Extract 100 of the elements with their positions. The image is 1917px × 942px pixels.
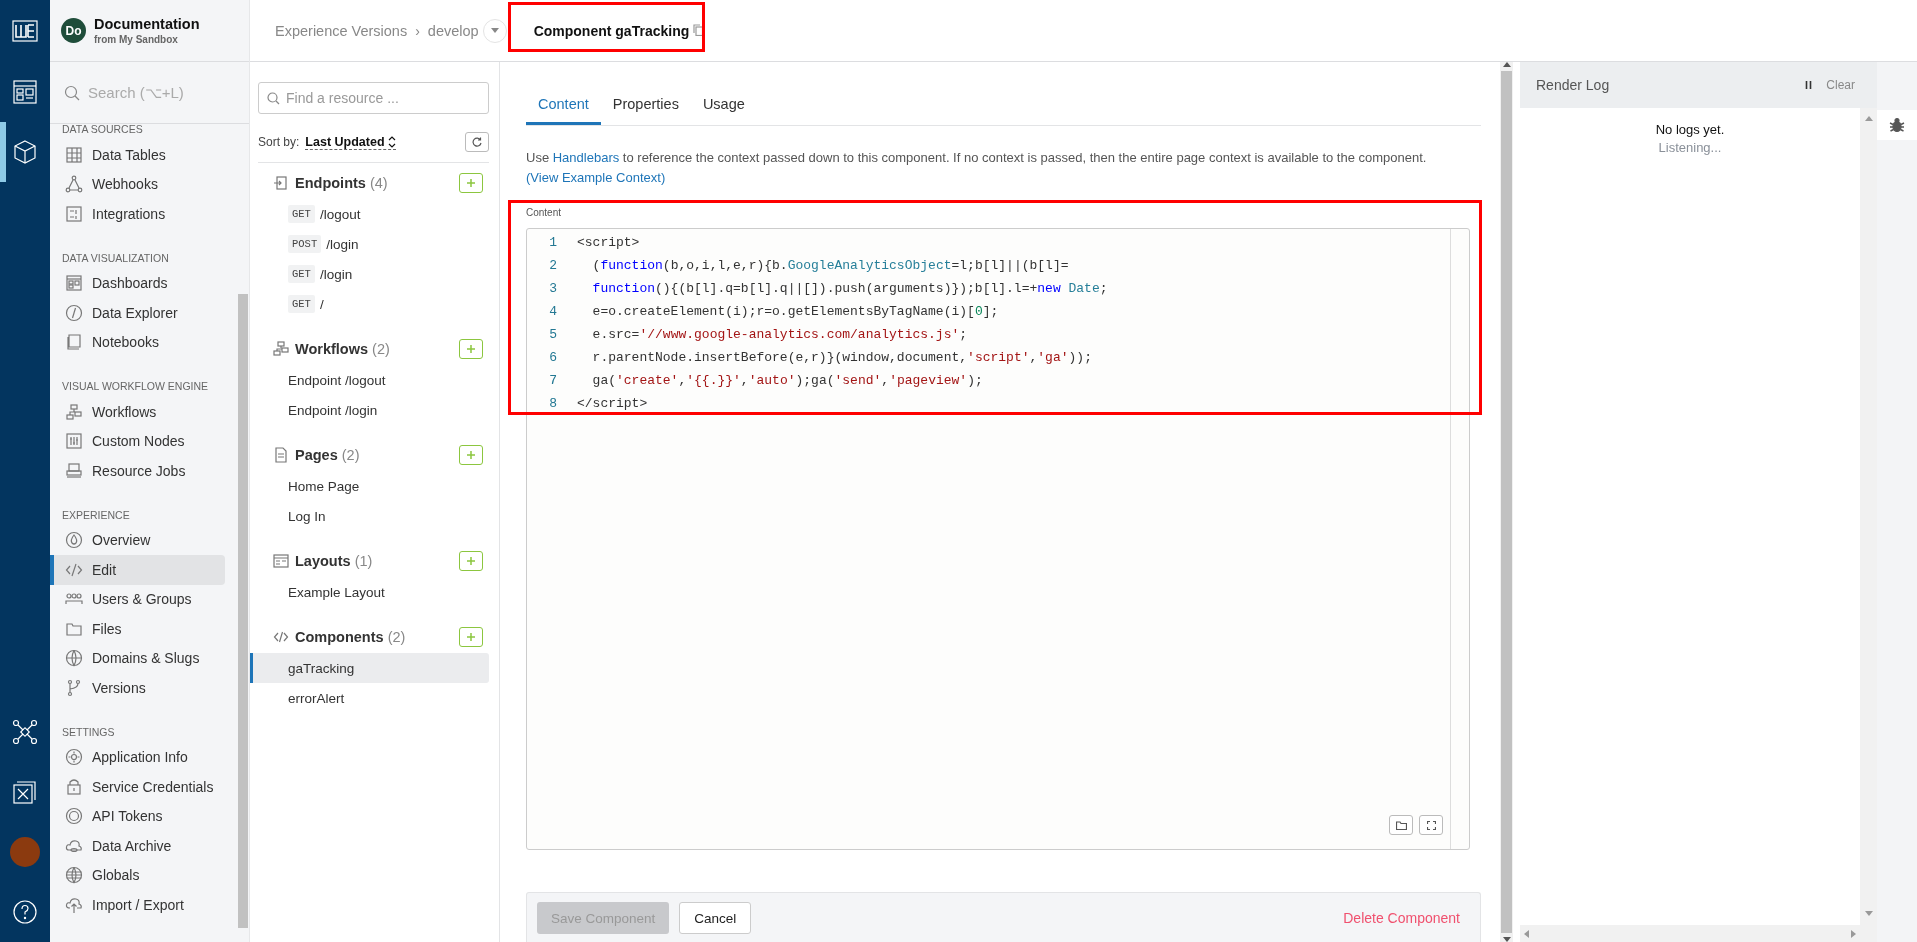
fullscreen-button[interactable]: [1419, 815, 1443, 835]
resource-item[interactable]: GET /logout: [250, 199, 489, 229]
resource-item[interactable]: gaTracking: [250, 653, 489, 683]
nav-item[interactable]: Resource Jobs: [50, 456, 225, 486]
add-button[interactable]: [459, 339, 483, 359]
plus-icon: [466, 178, 476, 188]
nav-item[interactable]: Workflows: [50, 397, 225, 427]
resource-item[interactable]: GET /: [250, 289, 489, 319]
compass-icon: [65, 303, 83, 322]
code-icon: [273, 629, 289, 645]
logo-icon: [12, 19, 38, 43]
nav-item[interactable]: Edit: [50, 555, 225, 585]
left-arrow-icon: [1524, 929, 1529, 938]
line-number: 8: [548, 396, 558, 411]
nav-item[interactable]: Files: [50, 614, 225, 644]
expand-icon: [1426, 820, 1436, 830]
group-title: Endpoints (4): [295, 175, 388, 191]
nav-item[interactable]: Import / Export: [50, 890, 225, 920]
resource-item[interactable]: GET /login: [250, 259, 489, 289]
horizontal-scrollbar[interactable]: [1520, 925, 1860, 942]
nav-item[interactable]: Domains & Slugs: [50, 643, 225, 673]
nav-item[interactable]: Integrations: [50, 199, 225, 229]
nav-item[interactable]: Data Tables: [50, 140, 225, 170]
add-button[interactable]: [459, 551, 483, 571]
tab[interactable]: Content: [526, 82, 601, 125]
cancel-button[interactable]: Cancel: [679, 902, 752, 934]
status-text: Listening...: [1658, 140, 1722, 155]
tab[interactable]: Properties: [600, 82, 691, 125]
globe-icon: [65, 866, 83, 885]
down-arrow-icon: [1864, 911, 1873, 916]
empty-message: No logs yet.: [1655, 122, 1725, 137]
group-title: Layouts (1): [295, 553, 373, 569]
tab[interactable]: Usage: [690, 82, 757, 125]
grid-icon: [65, 145, 83, 164]
copy-drawing: [693, 23, 704, 36]
code-line: e.src='//www.google-analytics.com/analytics.js';: [591, 327, 968, 342]
nav-item[interactable]: Webhooks: [50, 169, 225, 199]
line-number: 3: [548, 281, 558, 296]
plus-icon: [466, 450, 476, 460]
line-number: 1: [548, 235, 558, 250]
breadcrumb-link[interactable]: Experience Versions: [275, 22, 408, 39]
add-button[interactable]: [459, 173, 483, 193]
app-avatar: Do: [61, 18, 86, 43]
nav-item[interactable]: Overview: [50, 525, 225, 555]
line-number: 2: [548, 258, 558, 273]
nav-item[interactable]: Dashboards: [50, 268, 225, 298]
caret-icon: [490, 28, 499, 33]
nodes-icon: [65, 175, 83, 194]
resource-item[interactable]: Example Layout: [250, 577, 489, 607]
code-line: <script>: [577, 235, 640, 250]
add-button[interactable]: [459, 627, 483, 647]
book-icon: [65, 333, 83, 352]
breadcrumb-separator: ›: [415, 22, 420, 39]
search-field[interactable]: Search (⌥+L): [88, 84, 228, 101]
nav-item[interactable]: Service Credentials: [50, 772, 225, 802]
method-tag: GET: [288, 205, 315, 223]
dashboard-icon: [12, 79, 38, 105]
nav-item[interactable]: Application Info: [50, 742, 225, 772]
code-line: ga('create','{{.}}','auto');ga('send','pageview');: [591, 373, 983, 388]
flowchart-icon: [273, 341, 289, 357]
nav-item[interactable]: API Tokens: [50, 801, 225, 831]
drop-icon: [65, 531, 83, 550]
nav-item[interactable]: Globals: [50, 860, 225, 890]
help-text: Use Handlebars to reference the context passed down to this component. If no context is passed, then the entire page context is available to the component.: [526, 149, 1428, 167]
nodes-drawing: [12, 719, 38, 745]
stack-drawing: [12, 779, 38, 805]
add-button[interactable]: [459, 445, 483, 465]
code-line: function(){(b[l].q=b[l].q||[]).push(arguments)});b[l].l=+new Date;: [591, 281, 1108, 296]
debug-button[interactable]: [1877, 110, 1917, 140]
nav-item[interactable]: Data Explorer: [50, 298, 225, 328]
scrollbar[interactable]: [1500, 62, 1513, 942]
resource-item[interactable]: errorAlert: [250, 683, 489, 713]
flowchart-icon: [65, 402, 83, 421]
line-number: 4: [548, 304, 558, 319]
resource-item[interactable]: POST /login: [250, 229, 489, 259]
resource-item[interactable]: Home Page: [250, 471, 489, 501]
group-title: Workflows (2): [295, 341, 390, 357]
nav-item[interactable]: Custom Nodes: [50, 426, 225, 456]
nav-item[interactable]: Users & Groups: [50, 584, 225, 614]
nav-item[interactable]: Data Archive: [50, 831, 225, 861]
line-number: 7: [548, 373, 558, 388]
section-heading: EXPERIENCE: [61, 507, 131, 523]
code-line: (function(b,o,i,l,e,r){b.GoogleAnalyticsObject=l;b[l]||(b[l]=: [591, 258, 1069, 273]
resource-item[interactable]: Log In: [250, 501, 489, 531]
handlebars-link[interactable]: Handlebars: [552, 150, 620, 165]
sort-label: Sort by:: [258, 135, 300, 149]
vertical-scrollbar[interactable]: [1860, 108, 1877, 942]
resource-item[interactable]: Endpoint /login: [250, 395, 489, 425]
example-context-link[interactable]: (View Example Context): [526, 170, 666, 185]
sort-dropdown[interactable]: Last Updated: [305, 134, 396, 150]
breadcrumb-current[interactable]: develop: [427, 22, 479, 39]
nav-item[interactable]: Versions: [50, 673, 225, 703]
resource-item[interactable]: Endpoint /logout: [250, 365, 489, 395]
nav-item[interactable]: Notebooks: [50, 327, 225, 357]
group-title: Components (2): [295, 629, 406, 645]
line-number: 6: [548, 350, 558, 365]
refresh-button[interactable]: [465, 132, 489, 152]
search-icon: [267, 92, 280, 105]
folder-button[interactable]: [1389, 815, 1413, 835]
resource-search-field[interactable]: Find a resource ...: [258, 82, 489, 114]
